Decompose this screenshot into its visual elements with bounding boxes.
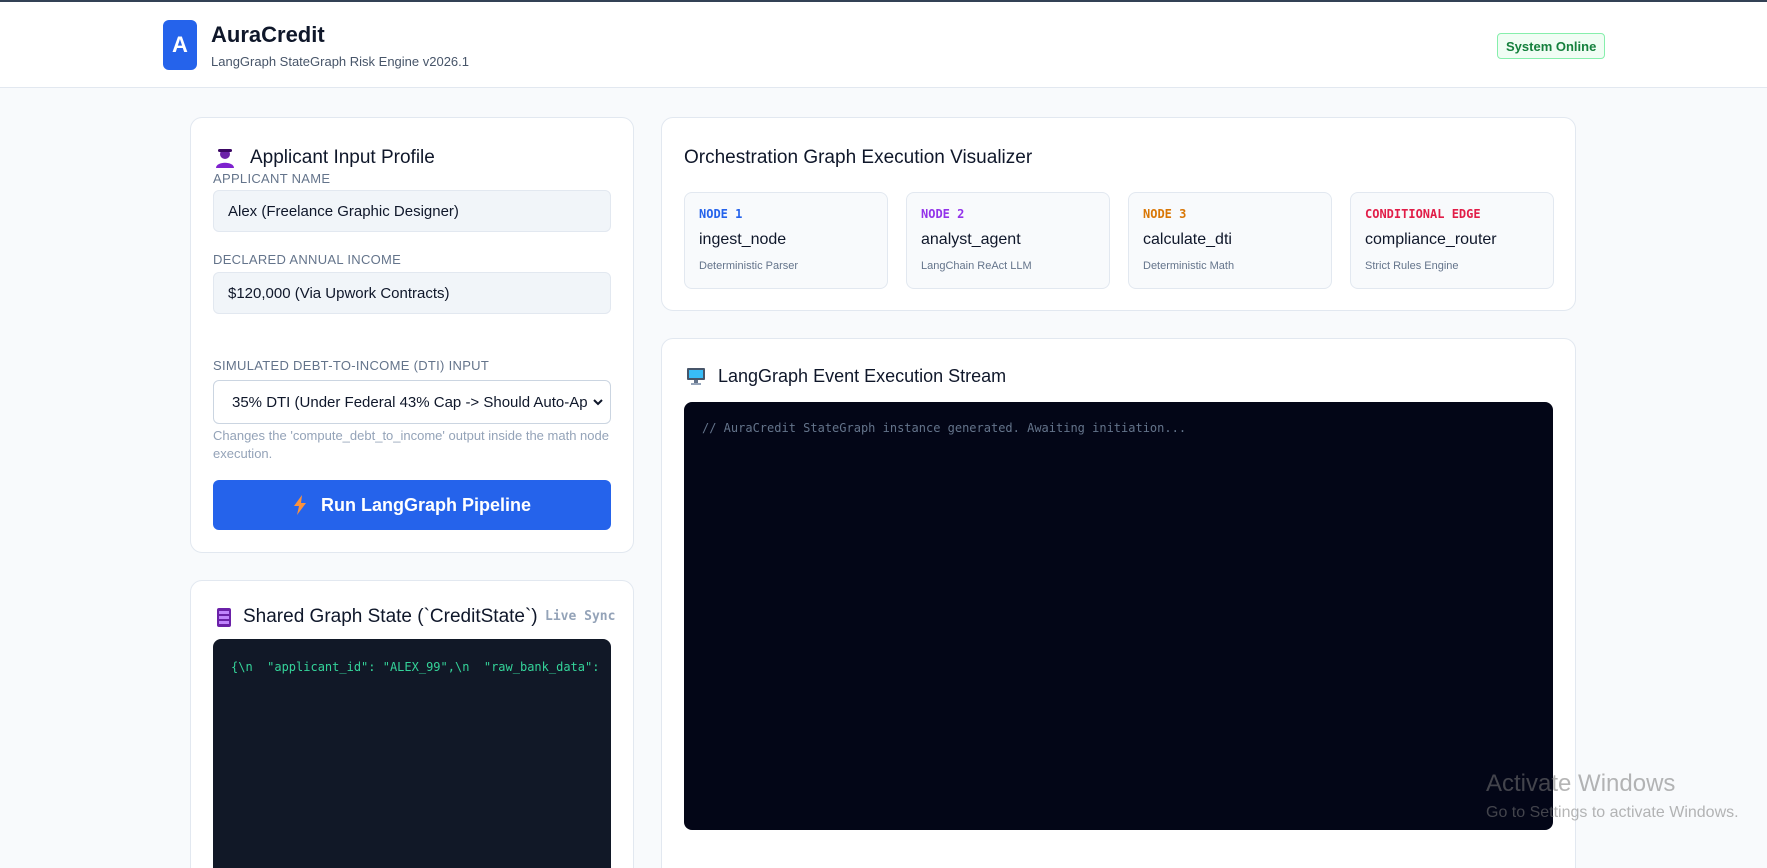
state-json-viewer[interactable]: {\n "applicant_id": "ALEX_99",\n "raw_ba… xyxy=(213,639,611,868)
applicant-card-title: Applicant Input Profile xyxy=(250,147,435,168)
dti-select[interactable]: 35% DTI (Under Federal 43% Cap -> Should… xyxy=(213,380,611,424)
lightning-icon xyxy=(293,495,306,515)
chevron-down-icon xyxy=(592,395,604,409)
event-stream-card: LangGraph Event Execution Stream // Aura… xyxy=(661,338,1576,868)
node-name: calculate_dti xyxy=(1143,231,1232,248)
graph-card-title: Orchestration Graph Execution Visualizer xyxy=(684,147,1033,168)
graph-visualizer-card: Orchestration Graph Execution Visualizer… xyxy=(661,117,1576,311)
node-name: compliance_router xyxy=(1365,231,1497,248)
node-tag: NODE 3 xyxy=(1143,207,1187,221)
activation-watermark-title: Activate Windows xyxy=(1486,770,1676,797)
node-tag: CONDITIONAL EDGE xyxy=(1365,207,1481,221)
database-icon xyxy=(217,608,231,627)
monitor-icon xyxy=(687,368,705,385)
state-json-text: {\n "applicant_id": "ALEX_99",\n "raw_ba… xyxy=(231,660,600,674)
dti-select-value: 35% DTI (Under Federal 43% Cap -> Should… xyxy=(232,393,588,411)
node-tag: NODE 1 xyxy=(699,207,743,221)
node-name: ingest_node xyxy=(699,231,787,248)
event-stream-log: // AuraCredit StateGraph instance genera… xyxy=(702,421,1187,435)
dti-input-label: SIMULATED DEBT-TO-INCOME (DTI) INPUT xyxy=(213,358,490,373)
graph-node-analyst[interactable]: NODE 2 analyst_agent LangChain ReAct LLM xyxy=(906,192,1110,289)
graph-node-calculate-dti[interactable]: NODE 3 calculate_dti Deterministic Math xyxy=(1128,192,1332,289)
shared-state-card: Shared Graph State (`CreditState`) Live … xyxy=(190,580,634,868)
status-badge: System Online xyxy=(1497,33,1606,59)
state-card-title: Shared Graph State (`CreditState`) xyxy=(243,606,538,627)
app-subtitle: LangGraph StateGraph Risk Engine v2026.1 xyxy=(211,54,470,69)
graph-node-ingest[interactable]: NODE 1 ingest_node Deterministic Parser xyxy=(684,192,888,289)
live-sync-label: Live Sync xyxy=(545,609,616,624)
node-name: analyst_agent xyxy=(921,231,1021,248)
run-pipeline-button[interactable]: Run LangGraph Pipeline xyxy=(213,480,611,530)
annual-income-input[interactable]: $120,000 (Via Upwork Contracts) xyxy=(213,272,611,314)
stream-card-title: LangGraph Event Execution Stream xyxy=(718,366,1007,386)
applicant-name-input[interactable]: Alex (Freelance Graphic Designer) xyxy=(213,190,611,232)
dti-help-text: Changes the 'compute_debt_to_income' out… xyxy=(213,428,609,461)
logo: A xyxy=(163,20,197,70)
app-title: AuraCredit xyxy=(211,22,325,47)
node-description: Deterministic Parser xyxy=(699,260,799,272)
app-header: A AuraCredit LangGraph StateGraph Risk E… xyxy=(0,2,1767,88)
node-description: Deterministic Math xyxy=(1143,260,1235,272)
node-description: LangChain ReAct LLM xyxy=(921,260,1032,272)
node-tag: NODE 2 xyxy=(921,207,965,221)
graph-node-compliance-router[interactable]: CONDITIONAL EDGE compliance_router Stric… xyxy=(1350,192,1554,289)
applicant-name-label: APPLICANT NAME xyxy=(213,171,331,186)
run-pipeline-label: Run LangGraph Pipeline xyxy=(320,494,531,515)
node-description: Strict Rules Engine xyxy=(1365,260,1459,272)
person-icon xyxy=(216,149,234,168)
annual-income-label: DECLARED ANNUAL INCOME xyxy=(213,252,402,267)
event-stream-terminal[interactable]: // AuraCredit StateGraph instance genera… xyxy=(684,402,1553,830)
activation-watermark-subtitle: Go to Settings to activate Windows. xyxy=(1486,804,1739,821)
applicant-profile-card: Applicant Input Profile APPLICANT NAME A… xyxy=(190,117,634,553)
